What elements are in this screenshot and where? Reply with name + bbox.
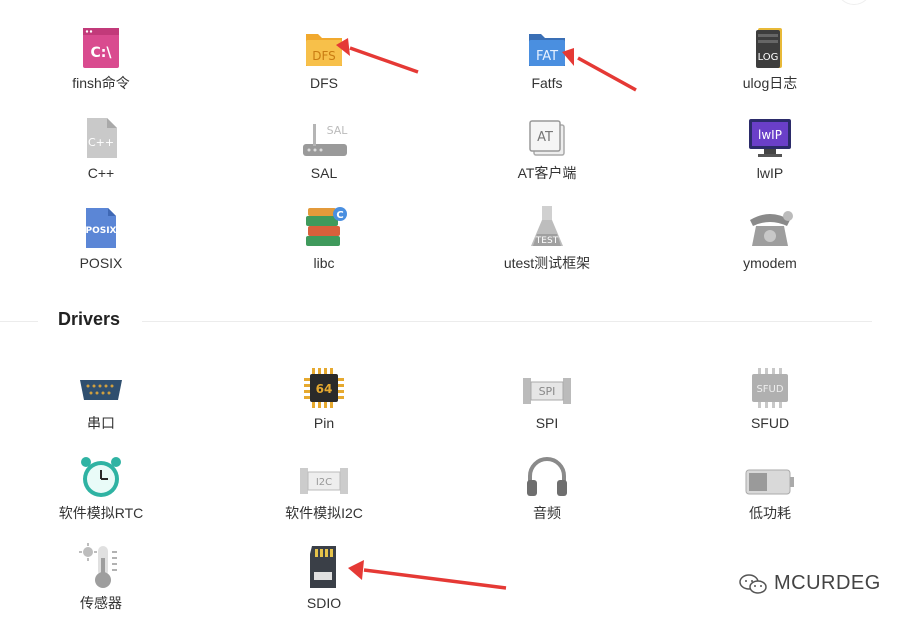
component-ulog[interactable]: LOG ulog日志 <box>695 18 845 92</box>
section-title-drivers: Drivers <box>58 309 121 329</box>
cpp-file-icon: C++ <box>75 108 127 160</box>
component-label: SAL <box>310 165 338 181</box>
lwip-badge: lwIP <box>758 128 782 142</box>
spi-icon: SPI <box>521 358 573 410</box>
log-badge: LOG <box>758 52 779 63</box>
posix-badge: POSIX <box>85 226 116 236</box>
libc-badge: C <box>336 210 343 221</box>
component-page: C:\ finsh命令 DFS DFS FAT Fatfs LOG ulog日志… <box>0 0 910 622</box>
component-label: finsh命令 <box>72 75 130 91</box>
component-label: Fatfs <box>531 75 563 91</box>
component-label: 软件模拟I2C <box>285 505 363 521</box>
component-label: 音频 <box>533 505 561 521</box>
component-label: 软件模拟RTC <box>58 505 144 521</box>
books-icon: C <box>298 198 350 250</box>
watermark-text: MCURDEG <box>774 572 881 594</box>
monitor-icon: lwIP <box>744 108 796 160</box>
component-libc[interactable]: C libc <box>249 198 399 272</box>
component-label: lwIP <box>756 165 784 181</box>
driver-audio[interactable]: 音频 <box>472 448 622 522</box>
component-label: SFUD <box>750 415 790 431</box>
router-icon: SAL <box>298 108 350 160</box>
folder-badge: DFS <box>312 49 336 63</box>
component-label: 低功耗 <box>749 505 791 521</box>
component-label: 传感器 <box>80 595 122 611</box>
fat-badge: FAT <box>536 49 558 64</box>
utest-badge: TEST <box>535 236 559 246</box>
flask-icon: TEST <box>521 198 573 250</box>
posix-file-icon: POSIX <box>75 198 127 250</box>
driver-spi[interactable]: SPI SPI <box>472 358 622 432</box>
component-label: libc <box>313 255 335 271</box>
at-badge: AT <box>537 130 553 145</box>
component-ymodem[interactable]: ymodem <box>695 198 845 272</box>
component-posix[interactable]: POSIX POSIX <box>26 198 176 272</box>
serial-port-icon <box>75 358 127 410</box>
fat-folder-icon: FAT <box>521 18 573 70</box>
driver-sdio[interactable]: SDIO <box>249 538 399 612</box>
cpp-badge: C++ <box>88 136 114 149</box>
component-label: utest测试框架 <box>503 255 591 271</box>
sd-card-icon <box>298 538 350 590</box>
component-label: POSIX <box>79 255 123 271</box>
component-utest[interactable]: TEST utest测试框架 <box>472 198 622 272</box>
driver-sfud[interactable]: SFUD SFUD <box>695 358 845 432</box>
component-finsh[interactable]: C:\ finsh命令 <box>26 18 176 92</box>
component-label: C++ <box>87 165 115 181</box>
chip-icon: 64 <box>298 358 350 410</box>
component-dfs[interactable]: DFS DFS <box>249 18 399 92</box>
alarm-clock-icon <box>75 448 127 500</box>
driver-serial[interactable]: 串口 <box>26 358 176 432</box>
component-at-client[interactable]: AT AT客户端 <box>472 108 622 182</box>
component-lwip[interactable]: lwIP lwIP <box>695 108 845 182</box>
terminal-badge: C:\ <box>91 45 113 61</box>
pin-badge: 64 <box>316 382 333 396</box>
sal-badge: SAL <box>327 124 349 137</box>
log-icon: LOG <box>744 18 796 70</box>
component-label: ymodem <box>743 255 797 271</box>
spi-badge: SPI <box>539 385 556 398</box>
sfud-badge: SFUD <box>756 384 783 395</box>
corner-decoration <box>836 0 872 5</box>
component-label: AT客户端 <box>517 165 577 181</box>
driver-soft-i2c[interactable]: I2C 软件模拟I2C <box>249 448 399 522</box>
component-label: SDIO <box>306 595 342 611</box>
component-label: ulog日志 <box>742 75 798 91</box>
component-label: SPI <box>535 415 559 431</box>
wechat-icon <box>739 573 767 594</box>
watermark: MCURDEG <box>738 572 881 595</box>
battery-icon <box>744 448 796 500</box>
at-icon: AT <box>521 108 573 160</box>
section-divider-left <box>0 321 38 322</box>
driver-soft-rtc[interactable]: 软件模拟RTC <box>26 448 176 522</box>
headphones-icon <box>521 448 573 500</box>
driver-sensor[interactable]: 传感器 <box>26 538 176 612</box>
component-label: Pin <box>313 415 335 431</box>
thermometer-icon <box>75 538 127 590</box>
component-label: DFS <box>310 75 338 91</box>
component-label: 串口 <box>87 415 115 431</box>
section-divider-right <box>142 321 872 322</box>
folder-icon: DFS <box>298 18 350 70</box>
component-cpp[interactable]: C++ C++ <box>26 108 176 182</box>
i2c-badge: I2C <box>316 477 332 488</box>
telephone-icon <box>744 198 796 250</box>
component-fatfs[interactable]: FAT Fatfs <box>472 18 622 92</box>
sfud-chip-icon: SFUD <box>744 358 796 410</box>
i2c-icon: I2C <box>298 448 350 500</box>
driver-low-power[interactable]: 低功耗 <box>695 448 845 522</box>
component-sal[interactable]: SAL SAL <box>249 108 399 182</box>
driver-pin[interactable]: 64 Pin <box>249 358 399 432</box>
terminal-icon: C:\ <box>75 18 127 70</box>
